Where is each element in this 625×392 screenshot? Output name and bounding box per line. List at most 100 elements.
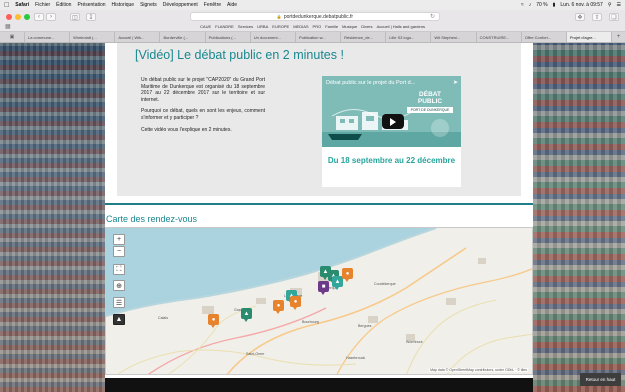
fullscreen-window-button[interactable]	[24, 14, 30, 20]
browser-tab[interactable]: Un document...	[249, 32, 295, 42]
favorite-item[interactable]: CAUE	[200, 24, 211, 29]
map-place-label: Saint-Omer	[246, 352, 265, 356]
favorite-item[interactable]: Famille	[325, 24, 338, 29]
map-marker-rendezvous[interactable]: ●	[342, 268, 353, 282]
fullscreen-icon[interactable]: ⛶	[113, 264, 125, 275]
favorite-item[interactable]: PRO	[313, 24, 322, 29]
map-marker-rendezvous[interactable]: ▲	[241, 308, 252, 322]
close-window-button[interactable]	[6, 14, 12, 20]
browser-tab[interactable]: Résidence_de...	[340, 32, 385, 42]
video-section: [Vidéo] Le débat public en 2 minutes ! U…	[117, 43, 521, 196]
minimize-window-button[interactable]	[15, 14, 21, 20]
page-content: [Vidéo] Le débat public en 2 minutes ! U…	[105, 43, 533, 392]
tabs-overview-icon[interactable]: ❏	[609, 13, 619, 21]
volume-icon[interactable]: ♪	[529, 2, 532, 8]
browser-tab[interactable]: Wimbolatt (...	[69, 32, 114, 42]
video-thumbnail: Débat public sur le projet du Port d... …	[322, 76, 461, 147]
menu-signets[interactable]: Signets	[140, 2, 157, 8]
browser-tab[interactable]: CONSTRUIRE...	[475, 32, 521, 42]
map-place-label: Coudekerque	[374, 282, 396, 286]
video-section-title: [Vidéo] Le débat public en 2 minutes !	[135, 48, 344, 62]
map-section-title: Carte des rendez-vous	[106, 214, 198, 224]
background-containers-left	[0, 43, 105, 392]
favorites-grid-icon[interactable]: ▦	[5, 23, 11, 30]
tab-strip-icon[interactable]: ▣	[0, 32, 24, 42]
video-paragraph: Pourquoi ce débat, quels en sont les enj…	[141, 108, 265, 121]
browser-tab[interactable]: Wit Stepheni...	[430, 32, 475, 42]
spotlight-search-icon[interactable]: ⚲	[608, 2, 612, 8]
play-button-icon[interactable]	[382, 114, 404, 129]
video-brand-title: DÉBAT PUBLIC	[417, 91, 443, 105]
apple-icon[interactable]: 	[4, 2, 9, 9]
favorite-item[interactable]: EUROPE	[272, 24, 289, 29]
favorite-item[interactable]: Divers	[361, 24, 372, 29]
map-marker-rendezvous[interactable]: ●	[290, 296, 301, 310]
map-marker-rendezvous[interactable]: ●	[273, 300, 284, 314]
menu-historique[interactable]: Historique	[112, 2, 135, 8]
browser-tab[interactable]: Publications (...	[204, 32, 250, 42]
zoom-out-button[interactable]: −	[113, 246, 125, 257]
back-to-top-button[interactable]: Retour en haut	[580, 373, 621, 386]
menu-presentation[interactable]: Présentation	[77, 2, 105, 8]
video-paragraph: Cette vidéo vous l'explique en 2 minutes…	[141, 126, 232, 133]
reload-icon[interactable]: ↻	[430, 13, 435, 20]
share-arrow-icon[interactable]: ➤	[453, 79, 458, 86]
menu-app-name[interactable]: Safari	[15, 2, 29, 8]
video-brand-subtitle: PORT DE DUNKERQUE	[407, 107, 453, 113]
tab-bar: ▣ La commune... Wimbolatt (... Accueil |…	[0, 32, 625, 43]
browser-tab-active[interactable]: Projet d'agre...	[565, 32, 612, 42]
favorite-item[interactable]: FLANDRE	[215, 24, 234, 29]
address-bar[interactable]: 🔒 portdedunkerque.debatpublic.fr	[190, 12, 440, 21]
favorite-item[interactable]: Accueil | Halls and gardens	[377, 24, 425, 29]
back-button[interactable]: ‹	[34, 13, 44, 21]
video-paragraph: Un débat public sur le projet "CAP2020" …	[141, 77, 265, 103]
macos-menu-bar:  Safari Fichier Édition Présentation Hi…	[0, 0, 625, 10]
browser-tab[interactable]: Borderville (...	[159, 32, 204, 42]
youtube-video-player[interactable]: Débat public sur le projet du Port d... …	[322, 76, 461, 187]
favorite-item[interactable]: Services	[238, 24, 253, 29]
share-icon[interactable]: ⇧	[592, 13, 602, 21]
new-tab-icon[interactable]: +	[611, 32, 625, 42]
browser-tab[interactable]: Offre Confort...	[520, 32, 566, 42]
menu-edition[interactable]: Édition	[56, 2, 71, 8]
favorite-item[interactable]: URBA	[257, 24, 268, 29]
extension-icon[interactable]: ❖	[575, 13, 585, 21]
map-marker-rendezvous[interactable]: ■	[318, 281, 329, 295]
favorite-item[interactable]: MEDIAS	[293, 24, 308, 29]
battery-percent[interactable]: 70 %	[536, 2, 547, 8]
rendezvous-map[interactable]: Calais Gravelines Loon-Plage Dunkerque B…	[105, 227, 533, 375]
menu-aide[interactable]: Aide	[227, 2, 237, 8]
menu-clock[interactable]: Lun. 6 nov. à 09:57	[560, 2, 602, 8]
browser-tab[interactable]: Lille S3 logo...	[385, 32, 430, 42]
browser-tab[interactable]: Publication w...	[294, 32, 340, 42]
menu-developpement[interactable]: Développement	[163, 2, 198, 8]
favorite-item[interactable]: Musique	[342, 24, 357, 29]
notification-center-icon[interactable]: ☰	[617, 2, 621, 8]
zoom-in-button[interactable]: +	[113, 234, 125, 245]
safari-toolbar: ‹ › ◫ ↧ ♡ 🔒 portdedunkerque.debatpublic.…	[0, 10, 625, 32]
map-marker-rendezvous[interactable]: ●	[208, 314, 219, 328]
background-containers-right	[533, 43, 625, 392]
sidebar-toggle-icon[interactable]: ◫	[70, 13, 80, 21]
map-menu-icon[interactable]: ▲	[113, 314, 125, 325]
map-attribution[interactable]: Map data © OpenStreetMap contributors, u…	[429, 368, 528, 372]
battery-icon[interactable]: ▮	[553, 2, 556, 8]
menu-fenetre[interactable]: Fenêtre	[204, 2, 221, 8]
map-place-label: Wormhout	[406, 340, 423, 344]
locate-icon[interactable]: ⊕	[113, 280, 125, 291]
layers-icon[interactable]: ☰	[113, 297, 125, 308]
wifi-icon[interactable]: ≈	[521, 2, 524, 8]
map-tiles	[106, 228, 532, 374]
browser-tab[interactable]: La commune...	[24, 32, 69, 42]
video-date-banner: Du 18 septembre au 22 décembre	[327, 156, 456, 165]
section-divider	[105, 203, 533, 205]
address-url: portdedunkerque.debatpublic.fr	[283, 13, 354, 20]
menu-fichier[interactable]: Fichier	[35, 2, 50, 8]
forward-button[interactable]: ›	[46, 13, 56, 21]
downloads-icon[interactable]: ↧	[86, 13, 96, 21]
map-place-label: Bergues	[358, 324, 372, 328]
video-brand-logo: DÉBAT PUBLIC PORT DE DUNKERQUE	[407, 91, 453, 113]
window-controls	[6, 14, 30, 20]
video-description: Un débat public sur le projet "CAP2020" …	[141, 77, 265, 138]
browser-tab[interactable]: Accueil | Wik...	[114, 32, 159, 42]
